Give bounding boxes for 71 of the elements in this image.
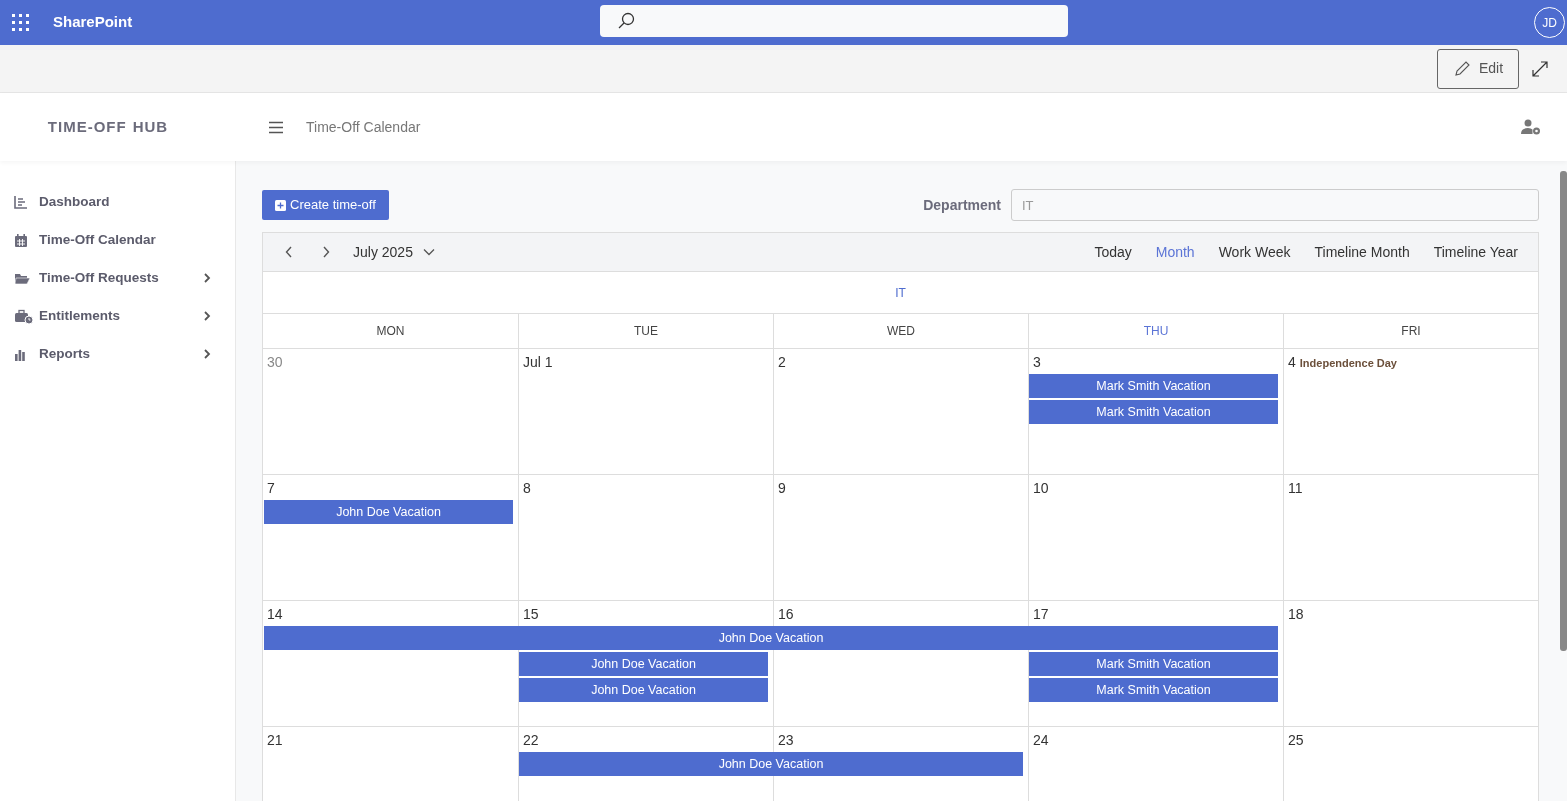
day-number: 21 — [267, 732, 283, 748]
sidebar-item[interactable]: Time-Off Requests — [14, 259, 213, 297]
event-bar[interactable]: Mark Smith Vacation — [1029, 652, 1278, 676]
pencil-icon — [1452, 59, 1471, 78]
sidebar-item[interactable]: Entitlements — [14, 297, 213, 335]
chart-icon — [14, 195, 28, 209]
event-bar[interactable]: John Doe Vacation — [264, 626, 1278, 650]
day-number: 17 — [1033, 606, 1049, 622]
plus-icon — [275, 199, 286, 211]
day-number: 2 — [778, 354, 786, 370]
page-title: Time-Off Calendar — [306, 117, 421, 137]
next-button[interactable] — [322, 246, 330, 258]
day-number: 30 — [267, 354, 283, 370]
app-launcher-button[interactable] — [12, 13, 30, 32]
day-number: 8 — [523, 480, 531, 496]
folder-icon — [14, 271, 30, 285]
holiday-label: Independence Day — [1299, 356, 1397, 371]
view-tab[interactable]: Timeline Month — [1314, 241, 1410, 263]
weekday-header: FRI — [1283, 314, 1538, 348]
event-bar[interactable]: John Doe Vacation — [519, 752, 1023, 776]
day-number: 23 — [778, 732, 794, 748]
sidebar-item[interactable]: Time-Off Calendar — [14, 221, 213, 259]
event-bar[interactable]: Mark Smith Vacation — [1029, 400, 1278, 424]
day-number: 25 — [1288, 732, 1304, 748]
view-tab[interactable]: Work Week — [1218, 241, 1291, 263]
menu-icon[interactable] — [268, 120, 284, 134]
weekday-header: MON — [375, 323, 406, 340]
day-number: 3 — [1033, 354, 1041, 370]
day-number: 10 — [1033, 480, 1049, 496]
weekday-header: WED — [773, 314, 1028, 348]
search-icon — [617, 12, 635, 30]
day-number: 24 — [1033, 732, 1049, 748]
day-number: 18 — [1288, 606, 1304, 622]
day-number: 16 — [778, 606, 794, 622]
view-tab[interactable]: Month — [1155, 241, 1195, 263]
view-tab[interactable]: Today — [1094, 241, 1132, 263]
day-number: 4 — [1288, 354, 1296, 370]
event-bar[interactable]: John Doe Vacation — [519, 678, 768, 702]
day-number: 7 — [267, 480, 275, 496]
logo-text: TIME-OFF HUB — [47, 116, 169, 137]
day-number: Jul 1 — [523, 354, 553, 370]
event-bar[interactable]: Mark Smith Vacation — [1029, 374, 1278, 398]
expand-icon[interactable] — [1531, 59, 1549, 78]
month-picker[interactable]: July 2025 — [353, 241, 435, 263]
sidebar-item[interactable]: Dashboard — [14, 183, 213, 221]
edit-button[interactable]: Edit — [1437, 48, 1519, 89]
briefcase-icon — [14, 308, 33, 324]
previous-button[interactable] — [285, 246, 293, 258]
event-bar[interactable]: John Doe Vacation — [519, 652, 768, 676]
create-time-off-button[interactable]: Create time-off — [262, 190, 389, 220]
group-header: IT — [263, 272, 1538, 314]
app-name[interactable]: SharePoint — [53, 11, 133, 34]
day-number: 11 — [1288, 480, 1303, 496]
day-number: 14 — [267, 606, 283, 622]
sidebar-item[interactable]: Reports — [14, 335, 213, 373]
chevron-down-icon — [422, 248, 435, 256]
calendar-icon — [14, 233, 28, 247]
day-number: 22 — [523, 732, 539, 748]
department-field[interactable]: IT — [1011, 189, 1539, 221]
search-field[interactable] — [600, 5, 1068, 37]
view-tab[interactable]: Timeline Year — [1433, 241, 1518, 263]
department-label: Department — [923, 195, 1001, 215]
bar-chart-icon — [14, 347, 25, 361]
day-number: 9 — [778, 480, 786, 496]
weekday-header: THU — [1028, 314, 1283, 348]
user-settings-icon[interactable] — [1521, 119, 1541, 135]
weekday-header: TUE — [518, 314, 773, 348]
event-bar[interactable]: Mark Smith Vacation — [1029, 678, 1278, 702]
scrollbar[interactable] — [1560, 171, 1567, 651]
day-number: 15 — [523, 606, 539, 622]
event-bar[interactable]: John Doe Vacation — [264, 500, 513, 524]
